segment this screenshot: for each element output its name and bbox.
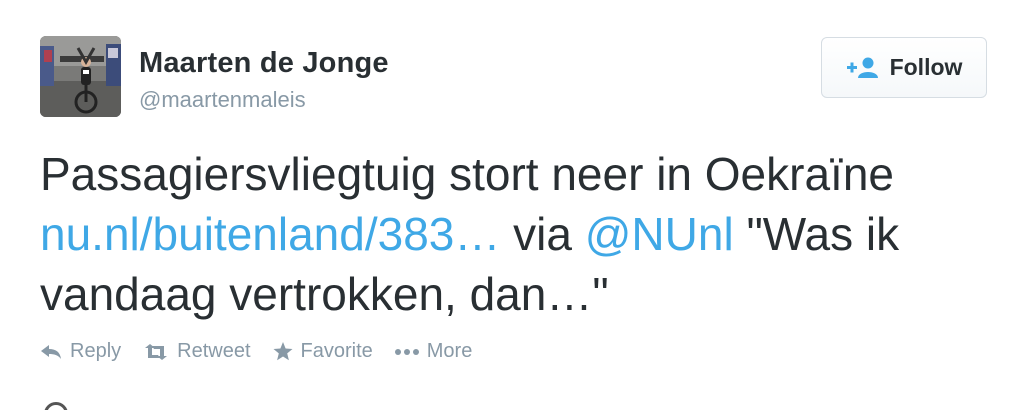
star-icon xyxy=(273,342,293,361)
favorite-button[interactable]: Favorite xyxy=(273,340,373,363)
reply-button[interactable]: Reply xyxy=(40,340,121,363)
follow-button-label: Follow xyxy=(889,54,963,80)
user-screen-name[interactable]: @maartenmaleis xyxy=(139,87,306,113)
follow-button[interactable]: Follow xyxy=(821,37,987,98)
tweet-mention[interactable]: @NUnl xyxy=(585,208,734,260)
retweet-button[interactable]: Retweet xyxy=(143,340,251,363)
partial-avatar-outline xyxy=(44,402,68,410)
favorite-label: Favorite xyxy=(300,340,373,362)
retweet-label: Retweet xyxy=(177,340,251,362)
retweet-icon xyxy=(145,343,168,360)
more-dots-icon xyxy=(394,348,419,355)
user-fullname[interactable]: Maarten de Jonge xyxy=(139,47,389,80)
tweet-text-part: via xyxy=(500,208,585,260)
reply-label: Reply xyxy=(70,340,122,362)
tweet-text-part: Passagiersvliegtuig stort neer in Oekraï… xyxy=(40,148,894,200)
add-user-icon xyxy=(846,57,878,78)
reply-icon xyxy=(41,344,61,359)
avatar[interactable] xyxy=(40,36,121,117)
tweet-link[interactable]: nu.nl/buitenland/383… xyxy=(40,208,500,260)
tweet-card: Maarten de Jonge @maartenmaleis Follow P… xyxy=(0,0,1024,410)
more-label: More xyxy=(426,340,473,362)
more-button[interactable]: More xyxy=(394,340,473,363)
tweet-actions: Reply Retweet Favorite More xyxy=(40,340,494,363)
profile-photo-icon xyxy=(40,36,121,117)
tweet-text: Passagiersvliegtuig stort neer in Oekraï… xyxy=(40,144,990,324)
